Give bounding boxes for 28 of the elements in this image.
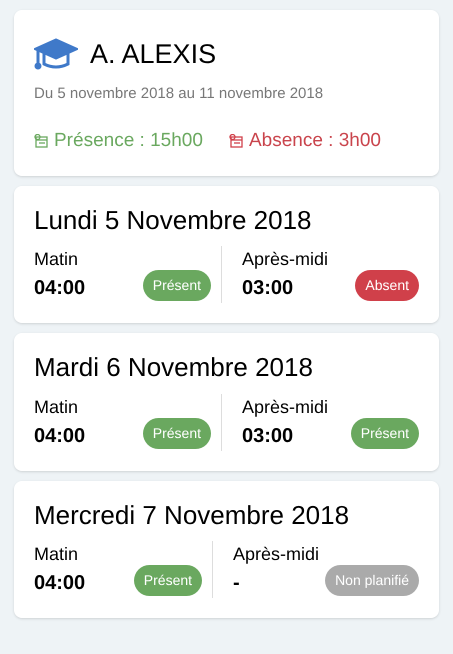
day-title: Mardi 6 Novembre 2018 (34, 351, 314, 384)
status-badge: Absent (355, 270, 419, 301)
slot-time: 03:00 (242, 276, 294, 301)
student-name: A. ALEXIS (90, 38, 216, 71)
status-badge: Présent (350, 418, 419, 448)
slot-time: 04:00 (34, 424, 86, 448)
status-badge: Non planifié (325, 565, 419, 596)
slot-time: - (233, 571, 241, 596)
slot-label: Matin (34, 248, 80, 271)
slot-time: 04:00 (34, 571, 86, 596)
status-badge: Présent (142, 270, 211, 301)
slot-label: Après-midi (242, 248, 328, 271)
absence-total: Absence : 3h00 (248, 129, 381, 153)
calendar-icon (34, 134, 48, 148)
status-badge: Présent (134, 565, 202, 596)
day-title: Lundi 5 Novembre 2018 (34, 204, 313, 236)
slot-label: Après-midi (242, 396, 328, 419)
slot-time: 03:00 (242, 424, 294, 448)
presence-total: Présence : 15h00 (54, 129, 203, 153)
calendar-icon (228, 134, 243, 148)
day-title: Mercredi 7 Novembre 2018 (34, 498, 350, 531)
slot-time: 04:00 (34, 276, 86, 301)
status-badge: Présent (142, 418, 211, 448)
slot-label: Après-midi (233, 543, 320, 566)
slot-label: Matin (34, 396, 80, 418)
graduation-cap-icon (34, 38, 78, 70)
slot-label: Matin (34, 543, 80, 566)
period-text: Du 5 novembre 2018 au 11 novembre 2018 (34, 84, 324, 104)
